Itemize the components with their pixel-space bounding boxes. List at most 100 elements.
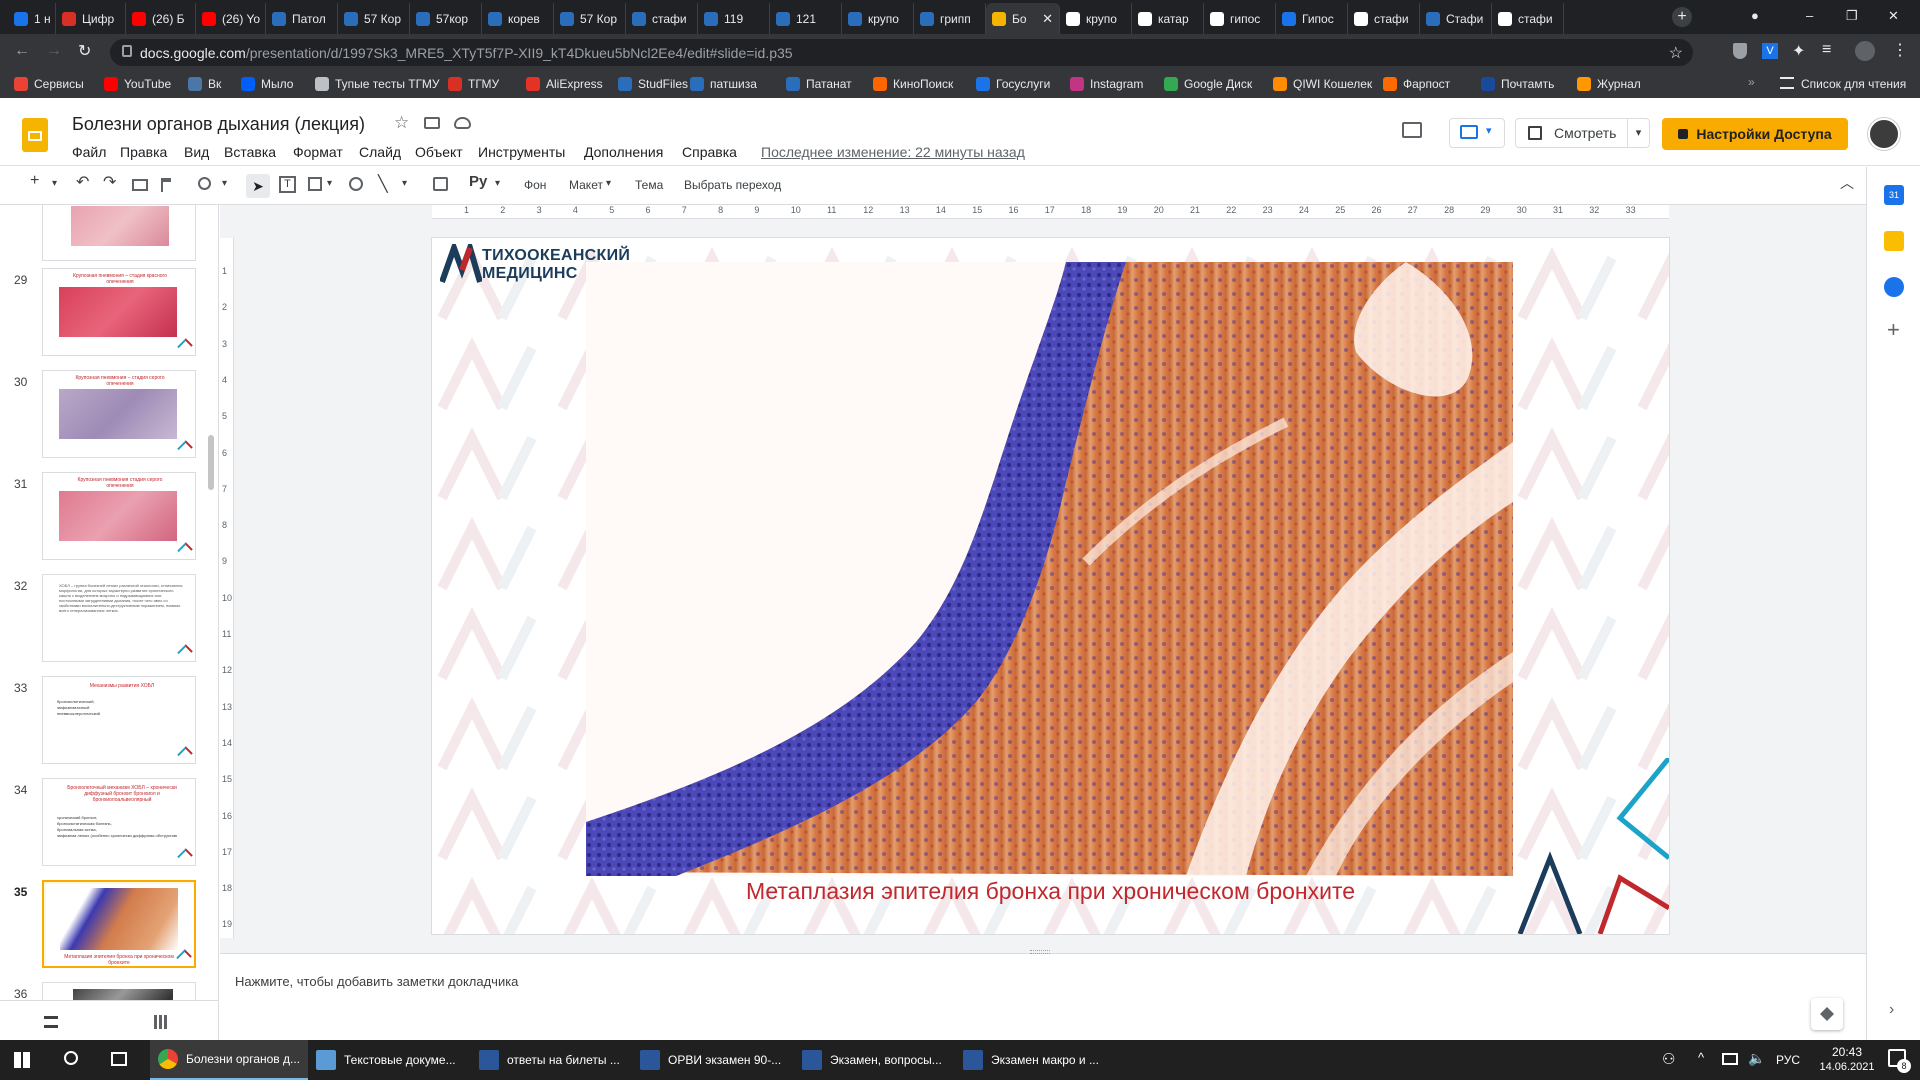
browser-tab[interactable]: катар	[1132, 3, 1204, 34]
clock-date[interactable]: 14.06.2021	[1808, 1061, 1886, 1073]
line-icon[interactable]: ╲	[378, 174, 388, 194]
volume-icon[interactable]: 🔈	[1748, 1050, 1765, 1067]
last-edit-link[interactable]: Последнее изменение: 22 минуты назад	[761, 144, 1025, 160]
windows-start-icon[interactable]	[14, 1052, 30, 1068]
bookmark-item[interactable]: YouTube	[104, 75, 171, 93]
taskbar-app[interactable]: ответы на билеты ...	[471, 1040, 629, 1080]
browser-tab[interactable]: корев	[482, 3, 554, 34]
browser-tab[interactable]: Патол	[266, 3, 338, 34]
browser-tab[interactable]: 1 н	[8, 3, 56, 34]
bookmark-item[interactable]: Почтамть	[1481, 75, 1554, 93]
paint-format-icon[interactable]	[161, 178, 171, 192]
bookmark-item[interactable]: AliExpress	[526, 75, 603, 93]
close-window-icon[interactable]: ✕	[1888, 8, 1899, 24]
menu-item[interactable]: Объект	[415, 144, 463, 160]
slide-caption[interactable]: Метаплазия эпителия бронха при хроническ…	[432, 878, 1669, 905]
tab-close-icon[interactable]: ✕	[1038, 11, 1053, 27]
browser-tab[interactable]: (26) Б	[126, 3, 196, 34]
menu-item[interactable]: Правка	[120, 144, 167, 160]
select-tool-button[interactable]: ➤	[246, 174, 270, 198]
list-view-icon[interactable]	[44, 1016, 58, 1028]
grid-view-icon[interactable]	[154, 1015, 168, 1029]
menu-item[interactable]: Инструменты	[478, 144, 565, 160]
tasks-icon[interactable]	[1884, 277, 1904, 297]
taskbar-app[interactable]: Текстовые докуме...	[308, 1040, 466, 1080]
slides-logo-icon[interactable]	[22, 118, 48, 152]
text-box-icon[interactable]: T	[279, 176, 296, 193]
reload-icon[interactable]: ↻	[78, 41, 91, 61]
taskbar-app[interactable]: ОРВИ экзамен 90-...	[632, 1040, 790, 1080]
zoom-icon[interactable]	[198, 177, 211, 190]
notes-resize-handle[interactable]	[1030, 950, 1050, 954]
explore-button[interactable]	[1811, 998, 1843, 1030]
background-button[interactable]: Фон	[524, 178, 546, 192]
bookmark-item[interactable]: QIWI Кошелек	[1273, 75, 1372, 93]
browser-tab[interactable]: 57 Кор	[554, 3, 626, 34]
task-view-icon[interactable]	[111, 1052, 127, 1066]
slide-thumbnail[interactable]: Метаплазия эпителия бронха при хроническ…	[42, 880, 196, 968]
browser-tab[interactable]: грипп	[914, 3, 986, 34]
slide-thumbnail-28[interactable]	[42, 205, 196, 261]
menu-item[interactable]: Дополнения	[584, 144, 663, 160]
slide-thumbnail[interactable]: Крупозная пневмония стадия серого опечен…	[42, 472, 196, 560]
tray-up-icon[interactable]: ^	[1698, 1050, 1704, 1065]
move-folder-icon[interactable]	[424, 117, 440, 129]
menu-item[interactable]: Файл	[72, 144, 106, 160]
browser-tab[interactable]: Цифр	[56, 3, 126, 34]
clock-time[interactable]: 20:43	[1822, 1045, 1872, 1059]
bookmark-item[interactable]: Вк	[188, 75, 221, 93]
account-avatar[interactable]	[1868, 118, 1900, 150]
bookmark-item[interactable]: Фарпост	[1383, 75, 1450, 93]
browser-tab[interactable]: гипос	[1204, 3, 1276, 34]
people-icon[interactable]: ⚇	[1662, 1050, 1675, 1068]
slide-thumbnail[interactable]: Крупозная пневмония – стадия красного оп…	[42, 268, 196, 356]
reading-list-icon[interactable]	[1780, 77, 1794, 89]
menu-item[interactable]: Формат	[293, 144, 343, 160]
present-dropdown-icon[interactable]: ▾	[1627, 119, 1649, 147]
new-slide-dropdown-icon[interactable]: ▾	[52, 178, 57, 189]
bookmark-item[interactable]: StudFiles	[618, 75, 688, 93]
bookmark-item[interactable]: патшиза	[690, 75, 757, 93]
filmstrip-scrollbar[interactable]	[208, 435, 214, 490]
bookmark-item[interactable]: Google Диск	[1164, 75, 1252, 93]
browser-tab[interactable]: 57 Кор	[338, 3, 410, 34]
bookmark-item[interactable]: Патанат	[786, 75, 852, 93]
bookmark-item[interactable]: Instagram	[1070, 75, 1143, 93]
menu-item[interactable]: Вставка	[224, 144, 276, 160]
bookmark-item[interactable]: Сервисы	[14, 75, 84, 93]
share-button[interactable]: Настройки Доступа	[1662, 118, 1848, 150]
input-tools-icon[interactable]: Pу	[469, 173, 487, 190]
collapse-toolbar-icon[interactable]: ︿	[1840, 173, 1854, 193]
layout-dropdown-icon[interactable]: ▾	[606, 178, 611, 189]
redo-icon[interactable]: ↷	[103, 172, 116, 192]
browser-tab[interactable]: стафи	[1492, 3, 1564, 34]
browser-tab[interactable]: Гипос	[1276, 3, 1348, 34]
tab-search-icon[interactable]: ●	[1751, 8, 1759, 23]
browser-tab[interactable]: стафи	[1348, 3, 1420, 34]
presentation-title[interactable]: Болезни органов дыхания (лекция)	[72, 114, 365, 135]
slide-thumbnail[interactable]: ХОБЛ – группа болезней легких различной …	[42, 574, 196, 662]
browser-tab[interactable]: крупо	[842, 3, 914, 34]
network-icon[interactable]	[1722, 1053, 1738, 1065]
reading-list[interactable]: Список для чтения	[1801, 77, 1906, 91]
browser-tab[interactable]: 121	[770, 3, 842, 34]
present-options-button[interactable]: ▾	[1449, 118, 1505, 148]
keep-icon[interactable]	[1884, 231, 1904, 251]
browser-tab[interactable]: 57кор	[410, 3, 482, 34]
browser-tab[interactable]: крупо	[1060, 3, 1132, 34]
menu-item[interactable]: Вид	[184, 144, 209, 160]
image-dropdown-icon[interactable]: ▾	[327, 178, 332, 189]
add-addon-icon[interactable]: +	[1887, 317, 1900, 343]
minimize-icon[interactable]: –	[1806, 8, 1813, 23]
shield-icon[interactable]	[1733, 43, 1747, 59]
back-icon[interactable]: ←	[14, 42, 30, 60]
comment-add-icon[interactable]	[433, 177, 448, 191]
star-title-icon[interactable]: ☆	[394, 113, 409, 133]
browser-tab[interactable]: 119	[698, 3, 770, 34]
input-tools-dropdown-icon[interactable]: ▾	[495, 178, 500, 189]
undo-icon[interactable]: ↶	[76, 172, 89, 192]
search-icon[interactable]	[64, 1051, 78, 1065]
image-icon[interactable]	[308, 177, 322, 191]
comments-icon[interactable]	[1402, 122, 1422, 138]
menu-item[interactable]: Справка	[682, 144, 737, 160]
